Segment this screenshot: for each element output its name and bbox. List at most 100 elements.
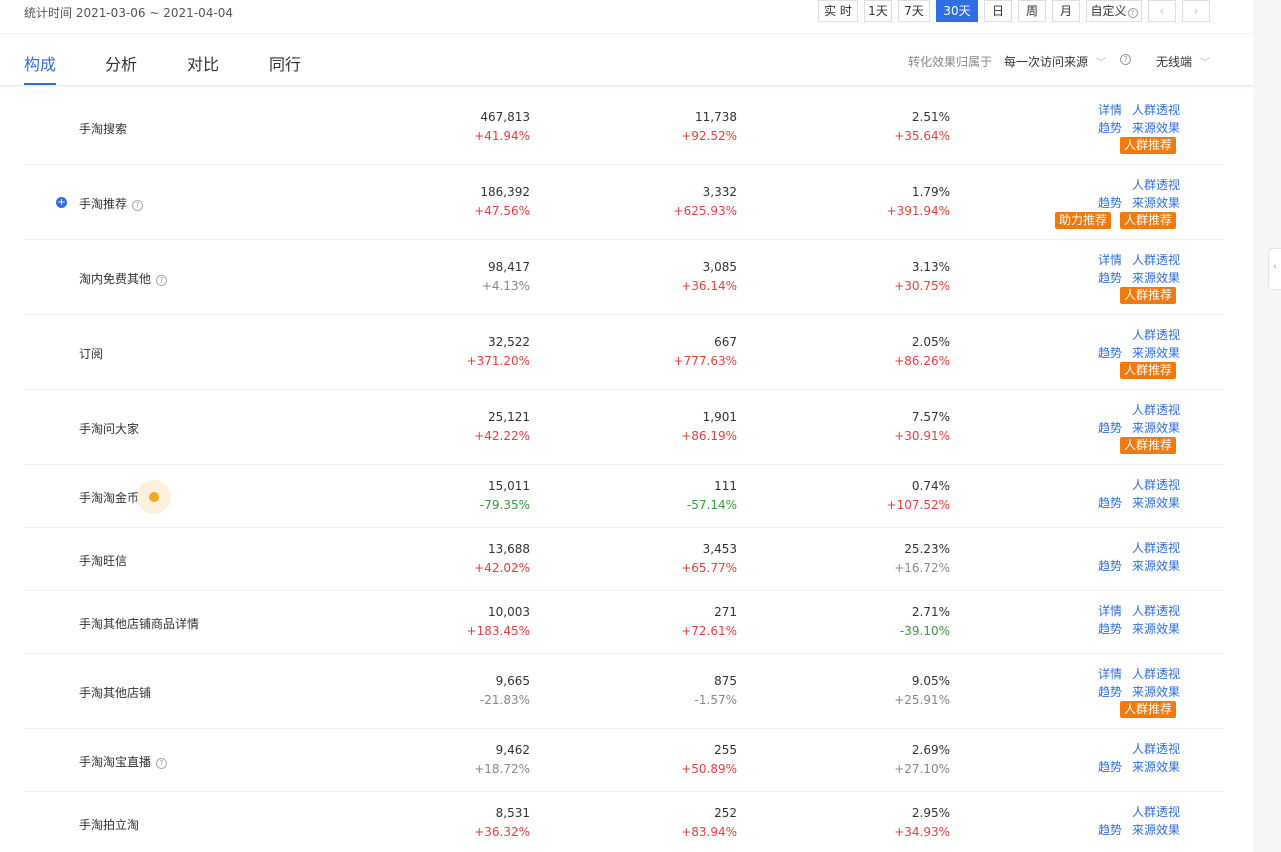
row-actions: 人群透视 趋势 来源效果 人群推荐	[1098, 401, 1208, 461]
crowd-recommend-badge[interactable]: 人群推荐	[1120, 212, 1177, 229]
trend-link[interactable]: 趋势	[1098, 494, 1122, 511]
trend-link[interactable]: 趋势	[1098, 758, 1122, 775]
tab-analysis[interactable]: 分析	[105, 51, 137, 75]
table-row: 手淘淘宝直播? 9,462 +18.72% 255 +50.89% 2.69% +27.10…	[24, 729, 1223, 792]
metric-value: 9.05%	[911, 673, 950, 688]
help-icon[interactable]: ?	[1120, 54, 1131, 65]
boost-recommend-badge[interactable]: 助力推荐	[1055, 212, 1112, 229]
period-button[interactable]: 自定义?	[1086, 0, 1142, 22]
metric-cell: 875 -1.57%	[695, 674, 737, 707]
attribution-label: 转化效果归属于	[908, 55, 993, 69]
period-button[interactable]: 7天	[898, 0, 930, 22]
metric-change: -57.14%	[686, 497, 737, 512]
metric-cell: 186,392 +47.56%	[474, 185, 530, 218]
crowd-perspective-link[interactable]: 人群透视	[1132, 326, 1180, 343]
prev-period-button[interactable]: ‹	[1148, 0, 1176, 22]
trend-link[interactable]: 趋势	[1098, 194, 1122, 211]
source-effect-link[interactable]: 来源效果	[1132, 683, 1180, 700]
trend-link[interactable]: 趋势	[1098, 557, 1122, 574]
period-label: 日	[991, 4, 1004, 18]
device-select[interactable]: 无线端 ﹀	[1156, 53, 1210, 70]
metric-cell: 9,665 -21.83%	[480, 674, 530, 707]
metric-value: 2.71%	[911, 604, 950, 619]
source-effect-link[interactable]: 来源效果	[1132, 419, 1180, 436]
tab-composition[interactable]: 构成	[24, 51, 56, 75]
source-name: 淘内免费其他?	[79, 270, 168, 287]
help-icon[interactable]: ?	[156, 274, 168, 286]
crowd-perspective-link[interactable]: 人群透视	[1132, 602, 1180, 619]
chevron-down-icon: ﹀	[1096, 58, 1107, 69]
trend-link[interactable]: 趋势	[1098, 269, 1122, 286]
source-effect-link[interactable]: 来源效果	[1132, 557, 1180, 574]
source-effect-link[interactable]: 来源效果	[1132, 344, 1180, 361]
source-effect-link[interactable]: 来源效果	[1132, 194, 1180, 211]
metric-change: +625.93%	[673, 203, 737, 218]
next-period-button[interactable]: ›	[1182, 0, 1210, 22]
source-effect-link[interactable]: 来源效果	[1132, 269, 1180, 286]
crowd-perspective-link[interactable]: 人群透视	[1132, 803, 1180, 820]
period-button[interactable]: 月	[1052, 0, 1080, 22]
active-tab-underline	[24, 83, 56, 85]
metric-cell: 2.05% +86.26%	[894, 335, 950, 368]
crowd-recommend-badge[interactable]: 人群推荐	[1120, 137, 1177, 154]
period-label: 自定义	[1090, 4, 1127, 18]
help-icon[interactable]: ?	[156, 757, 168, 769]
trend-link[interactable]: 趋势	[1098, 821, 1122, 838]
source-effect-link[interactable]: 来源效果	[1132, 494, 1180, 511]
trend-link[interactable]: 趋势	[1098, 344, 1122, 361]
period-button[interactable]: 周	[1018, 0, 1046, 22]
chevron-left-icon: ‹	[1273, 262, 1277, 272]
crowd-recommend-badge[interactable]: 人群推荐	[1120, 701, 1177, 718]
source-effect-link[interactable]: 来源效果	[1132, 758, 1180, 775]
period-button[interactable]: 1天	[864, 0, 892, 22]
period-button[interactable]: 日	[984, 0, 1012, 22]
crowd-recommend-badge[interactable]: 人群推荐	[1120, 362, 1177, 379]
side-panel-handle[interactable]: ‹	[1268, 248, 1281, 290]
trend-link[interactable]: 趋势	[1098, 620, 1122, 637]
source-name: 手淘问大家	[79, 420, 139, 437]
source-effect-link[interactable]: 来源效果	[1132, 119, 1180, 136]
metric-value: 252	[714, 805, 737, 820]
detail-link[interactable]: 详情	[1098, 251, 1122, 268]
crowd-perspective-link[interactable]: 人群透视	[1132, 401, 1180, 418]
crowd-perspective-link[interactable]: 人群透视	[1132, 176, 1180, 193]
source-effect-link[interactable]: 来源效果	[1132, 821, 1180, 838]
detail-link[interactable]: 详情	[1098, 101, 1122, 118]
metric-cell: 25.23% +16.72%	[894, 542, 950, 575]
crowd-recommend-badge[interactable]: 人群推荐	[1120, 287, 1177, 304]
metric-value: 271	[714, 604, 737, 619]
metric-change: +183.45%	[466, 623, 530, 638]
metric-cell: 98,417 +4.13%	[482, 260, 530, 293]
metric-change: +92.52%	[681, 128, 737, 143]
metric-value: 15,011	[488, 478, 530, 493]
detail-link[interactable]: 详情	[1098, 602, 1122, 619]
metric-cell: 2.95% +34.93%	[894, 806, 950, 839]
metric-change: +25.91%	[894, 692, 950, 707]
attribution-select[interactable]: 每一次访问来源 ﹀	[1004, 53, 1106, 70]
period-button[interactable]: 实 时	[818, 0, 858, 22]
trend-link[interactable]: 趋势	[1098, 119, 1122, 136]
crowd-perspective-link[interactable]: 人群透视	[1132, 665, 1180, 682]
metric-value: 111	[714, 478, 737, 493]
crowd-perspective-link[interactable]: 人群透视	[1132, 476, 1180, 493]
metric-change: +371.20%	[466, 353, 530, 368]
tab-compare[interactable]: 对比	[187, 51, 219, 75]
tab-industry[interactable]: 同行	[269, 51, 301, 75]
detail-link[interactable]: 详情	[1098, 665, 1122, 682]
metric-cell: 9,462 +18.72%	[474, 743, 530, 776]
crowd-perspective-link[interactable]: 人群透视	[1132, 539, 1180, 556]
crowd-perspective-link[interactable]: 人群透视	[1132, 251, 1180, 268]
metric-cell: 32,522 +371.20%	[467, 335, 530, 368]
metric-cell: 13,688 +42.02%	[474, 542, 530, 575]
period-label: 30天	[943, 4, 971, 18]
crowd-perspective-link[interactable]: 人群透视	[1132, 740, 1180, 757]
trend-link[interactable]: 趋势	[1098, 683, 1122, 700]
crowd-perspective-link[interactable]: 人群透视	[1132, 101, 1180, 118]
metric-change: +72.61%	[681, 623, 737, 638]
source-effect-link[interactable]: 来源效果	[1132, 620, 1180, 637]
crowd-recommend-badge[interactable]: 人群推荐	[1120, 437, 1177, 454]
trend-link[interactable]: 趋势	[1098, 419, 1122, 436]
help-icon[interactable]: ?	[132, 199, 144, 211]
expand-icon[interactable]: +	[56, 196, 67, 208]
period-button[interactable]: 30天	[936, 0, 978, 22]
